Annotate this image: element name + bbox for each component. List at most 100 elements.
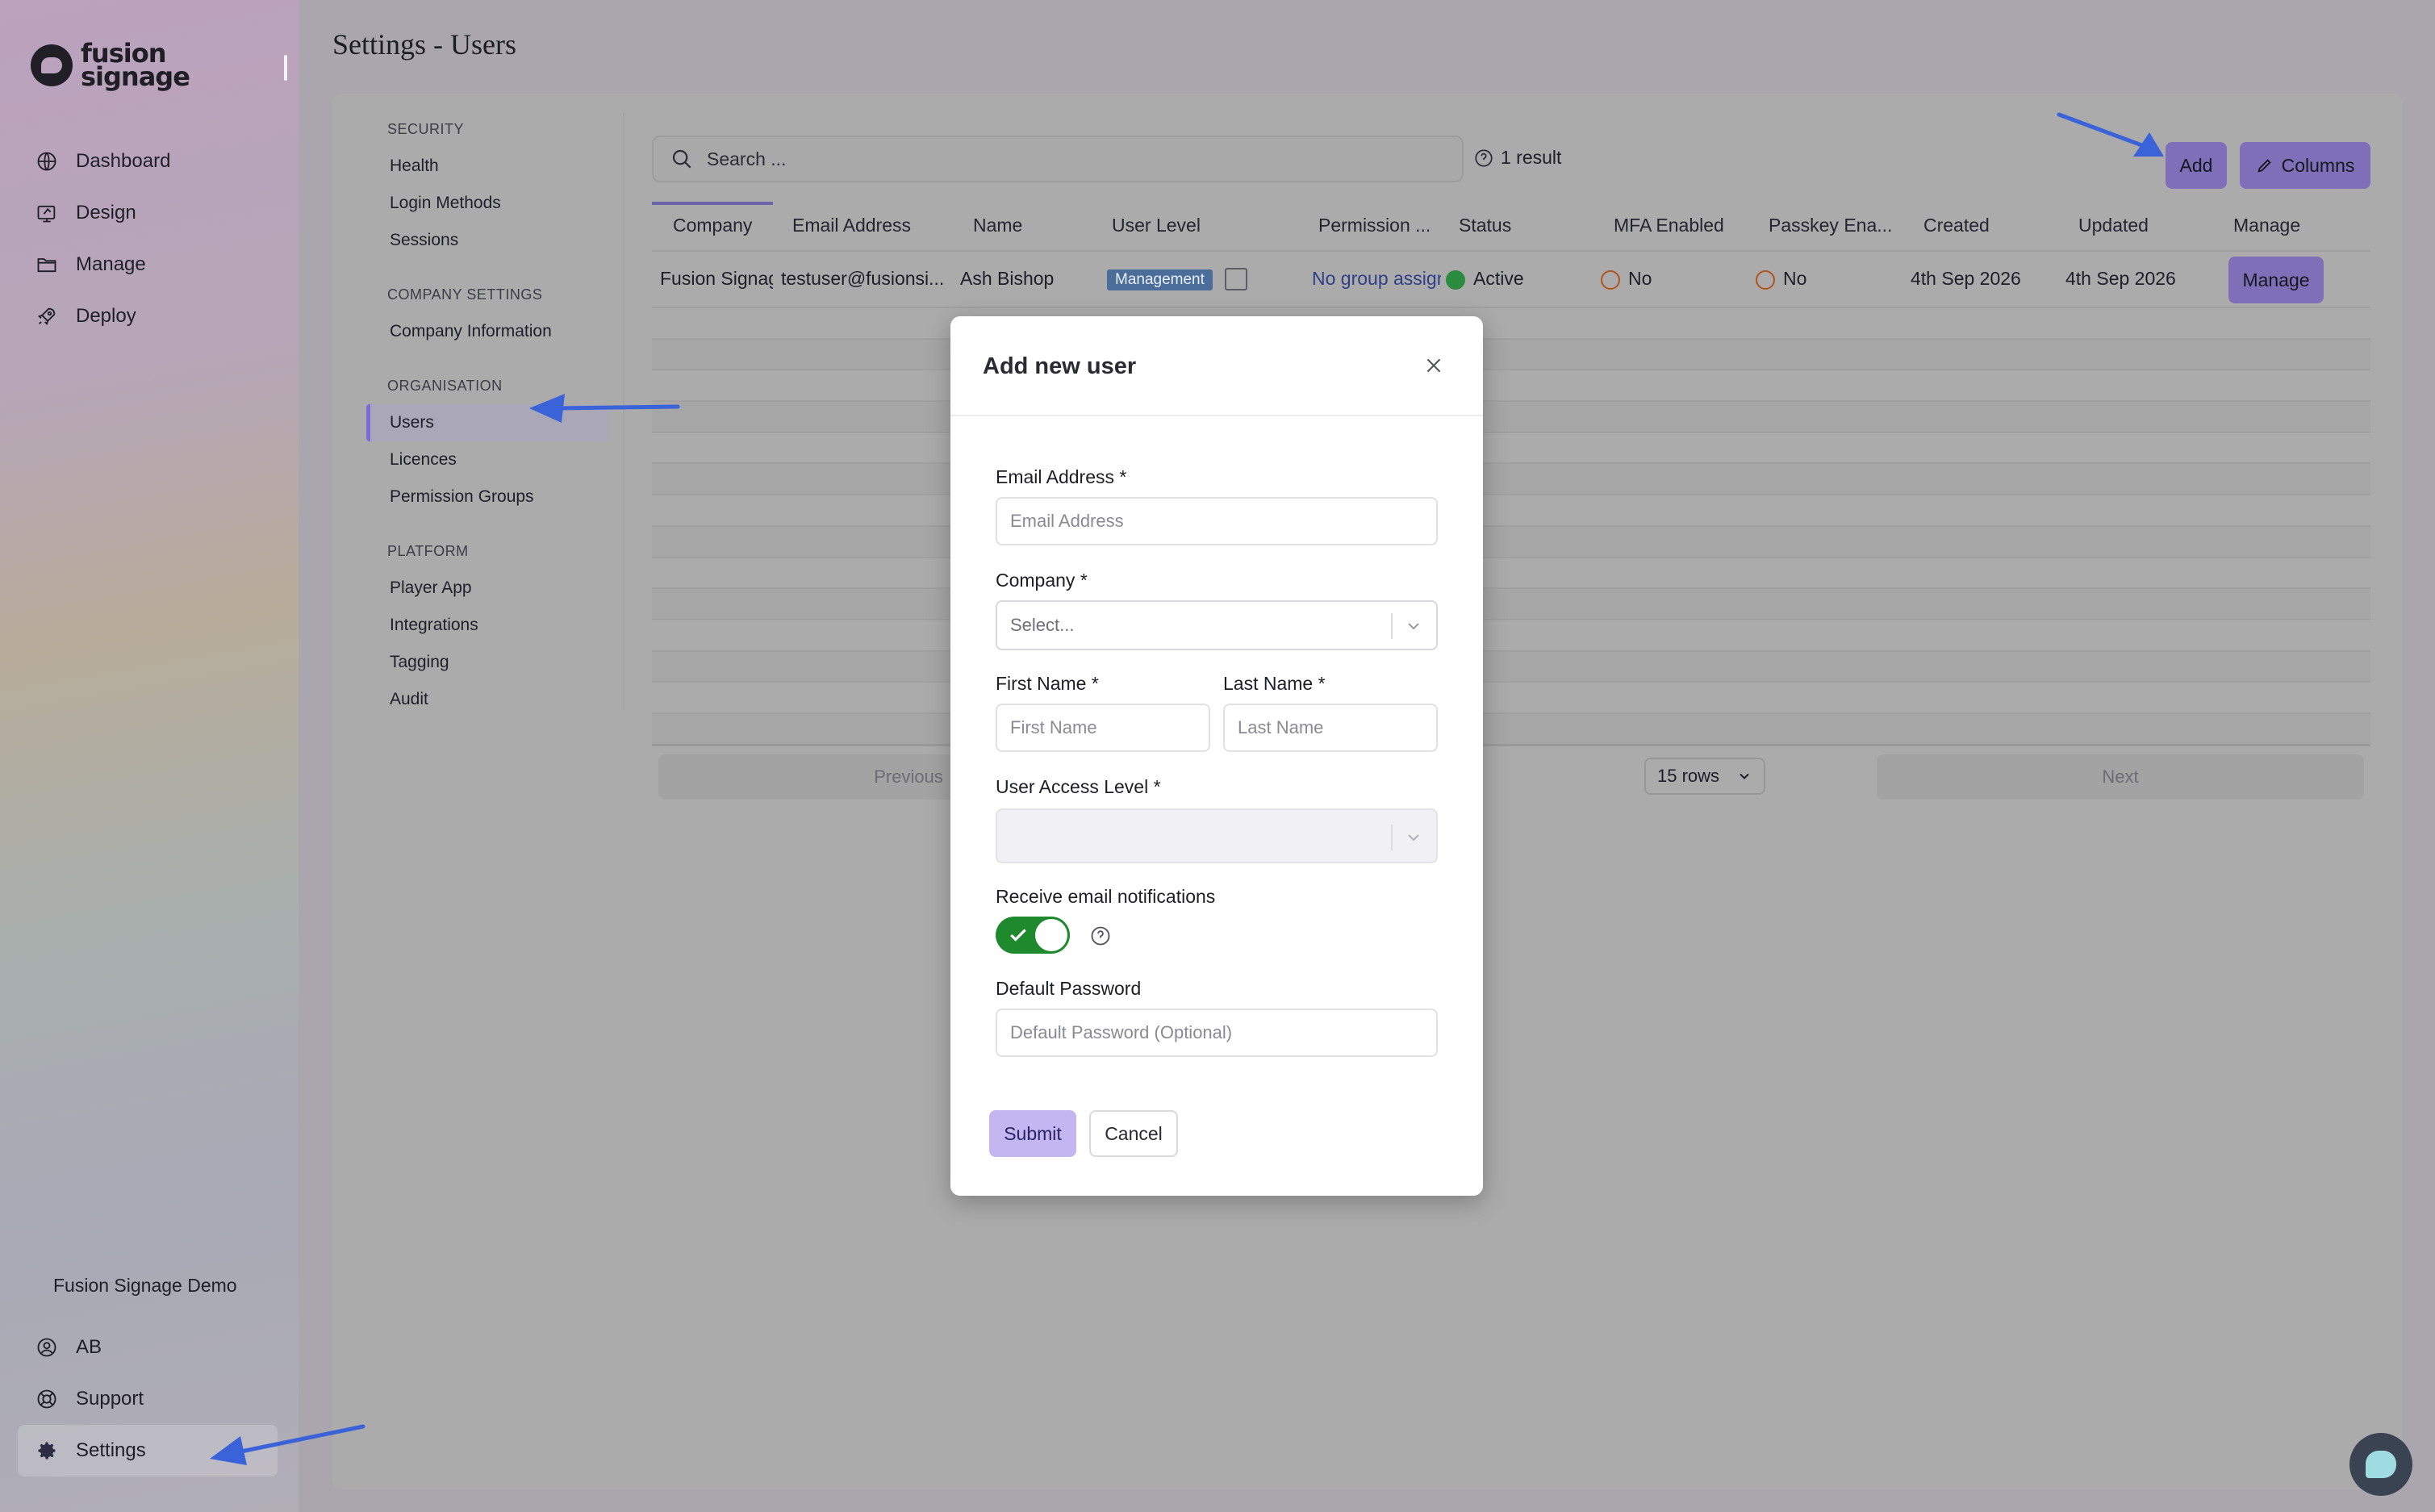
nav-item-deploy[interactable]: Deploy	[18, 290, 284, 342]
columns-button[interactable]: Columns	[2240, 142, 2370, 189]
nav-label-dashboard: Dashboard	[76, 150, 171, 172]
last-name-field[interactable]	[1223, 704, 1438, 752]
company-label: Company *	[996, 570, 1088, 591]
settings-item-sessions[interactable]: Sessions	[386, 222, 620, 259]
email-field[interactable]	[996, 497, 1438, 545]
company-select-value: Select...	[1010, 615, 1075, 635]
cell-mfa: No	[1628, 268, 1652, 289]
settings-heading-platform: PLATFORM	[387, 543, 469, 559]
last-name-label: Last Name *	[1223, 673, 1326, 694]
nav-item-account[interactable]: AB	[18, 1322, 278, 1373]
settings-item-tagging[interactable]: Tagging	[386, 644, 620, 681]
rocket-icon	[37, 307, 56, 326]
primary-nav: Dashboard Design Manage Deploy	[18, 136, 284, 342]
empty-table-rows	[652, 308, 2370, 746]
col-header-passkey[interactable]: Passkey Ena...	[1769, 215, 1892, 236]
col-header-status[interactable]: Status	[1459, 215, 1511, 236]
design-icon	[37, 205, 56, 223]
result-count-label: 1 result	[1501, 147, 1562, 168]
table-header: Company Email Address Name User Level Pe…	[652, 203, 2370, 252]
globe-icon	[37, 152, 56, 171]
page-title: Settings - Users	[332, 28, 516, 61]
cell-name: Ash Bishop	[960, 268, 1055, 289]
cell-status: Active	[1473, 268, 1524, 289]
result-count: 1 result	[1473, 147, 1561, 169]
filter-icon[interactable]	[1225, 268, 1247, 290]
notifications-label: Receive email notifications	[996, 886, 1216, 907]
submit-button[interactable]: Submit	[989, 1110, 1076, 1157]
rows-per-page-select[interactable]: 15 rows	[1644, 758, 1765, 795]
add-user-button[interactable]: Add	[2166, 142, 2227, 189]
col-header-created[interactable]: Created	[1923, 215, 1990, 236]
fusion-signage-logo[interactable]: fusion signage	[31, 40, 190, 92]
nav-label-deploy: Deploy	[76, 305, 136, 327]
close-icon[interactable]	[1423, 355, 1444, 376]
settings-item-audit[interactable]: Audit	[386, 681, 620, 718]
search-icon	[672, 149, 691, 169]
main-sidebar: fusion signage Dashboard Design Manage D…	[0, 0, 299, 1512]
col-header-manage: Manage	[2233, 215, 2301, 236]
nav-label-design: Design	[76, 202, 136, 223]
annotation-arrow-settings	[210, 1424, 365, 1465]
organisation-name[interactable]: Fusion Signage Demo	[53, 1275, 237, 1297]
table-row[interactable]: Fusion Signage testuser@fusionsi... Ash …	[652, 252, 2370, 308]
rows-per-page-value: 15 rows	[1657, 766, 1720, 786]
password-field[interactable]	[996, 1009, 1438, 1057]
settings-item-player-app[interactable]: Player App	[386, 570, 620, 607]
company-select[interactable]: Select...	[996, 600, 1438, 650]
chevron-down-icon	[1740, 773, 1749, 779]
first-name-field[interactable]	[996, 704, 1210, 752]
nav-label-account: AB	[76, 1336, 102, 1358]
nav-item-design[interactable]: Design	[18, 187, 284, 239]
settings-item-health[interactable]: Health	[386, 148, 620, 185]
nav-item-manage[interactable]: Manage	[18, 239, 284, 290]
chevron-down-icon	[1408, 623, 1419, 630]
first-name-label: First Name *	[996, 673, 1099, 694]
settings-item-login-methods[interactable]: Login Methods	[386, 185, 620, 222]
settings-item-permission-groups[interactable]: Permission Groups	[386, 478, 620, 516]
add-user-modal: Add new user Email Address * Company * S…	[950, 316, 1483, 1196]
access-level-label: User Access Level *	[996, 776, 1161, 797]
pencil-icon	[2257, 159, 2271, 173]
settings-item-company-information[interactable]: Company Information	[386, 313, 620, 350]
manage-user-button[interactable]: Manage	[2228, 257, 2324, 303]
nav-label-settings: Settings	[76, 1439, 146, 1461]
search-input[interactable]	[707, 148, 1433, 170]
cancel-button[interactable]: Cancel	[1089, 1110, 1178, 1157]
col-header-email[interactable]: Email Address	[792, 215, 911, 236]
col-header-name[interactable]: Name	[973, 215, 1022, 236]
cell-updated: 4th Sep 2026	[2065, 268, 2176, 289]
chat-support-icon[interactable]	[2349, 1433, 2412, 1496]
cell-permission[interactable]: No group assigned	[1312, 268, 1441, 290]
col-header-mfa[interactable]: MFA Enabled	[1614, 215, 1724, 236]
help-circle-icon[interactable]	[1089, 925, 1112, 947]
settings-item-integrations[interactable]: Integrations	[386, 607, 620, 644]
next-page-button[interactable]: Next	[1877, 754, 2364, 800]
col-header-updated[interactable]: Updated	[2078, 215, 2149, 236]
col-header-company[interactable]: Company	[673, 215, 752, 236]
search-box[interactable]	[652, 136, 1464, 182]
col-header-user-level[interactable]: User Level	[1112, 215, 1201, 236]
user-circle-icon	[37, 1338, 56, 1357]
help-circle-icon[interactable]	[1473, 148, 1494, 169]
settings-item-licences[interactable]: Licences	[386, 441, 620, 478]
annotation-arrow-users	[529, 394, 680, 423]
access-level-select[interactable]	[996, 808, 1438, 863]
nav-item-support[interactable]: Support	[18, 1373, 278, 1425]
lifebuoy-icon	[37, 1389, 56, 1409]
settings-heading-security: SECURITY	[387, 121, 465, 137]
logo-line-2: signage	[81, 61, 190, 92]
folder-icon	[37, 258, 56, 273]
email-label: Email Address *	[996, 466, 1127, 487]
col-header-permission[interactable]: Permission ...	[1318, 215, 1431, 236]
password-label: Default Password	[996, 978, 1142, 999]
sidebar-collapse-handle[interactable]	[284, 55, 287, 81]
x-circle-icon	[1756, 270, 1775, 290]
logo-mark-icon	[31, 44, 73, 86]
nav-item-dashboard[interactable]: Dashboard	[18, 136, 284, 187]
modal-header: Add new user	[950, 316, 1483, 416]
x-circle-icon	[1601, 270, 1620, 290]
check-icon	[1010, 929, 1026, 942]
nav-label-manage: Manage	[76, 253, 146, 275]
email-notifications-toggle[interactable]	[996, 917, 1070, 954]
